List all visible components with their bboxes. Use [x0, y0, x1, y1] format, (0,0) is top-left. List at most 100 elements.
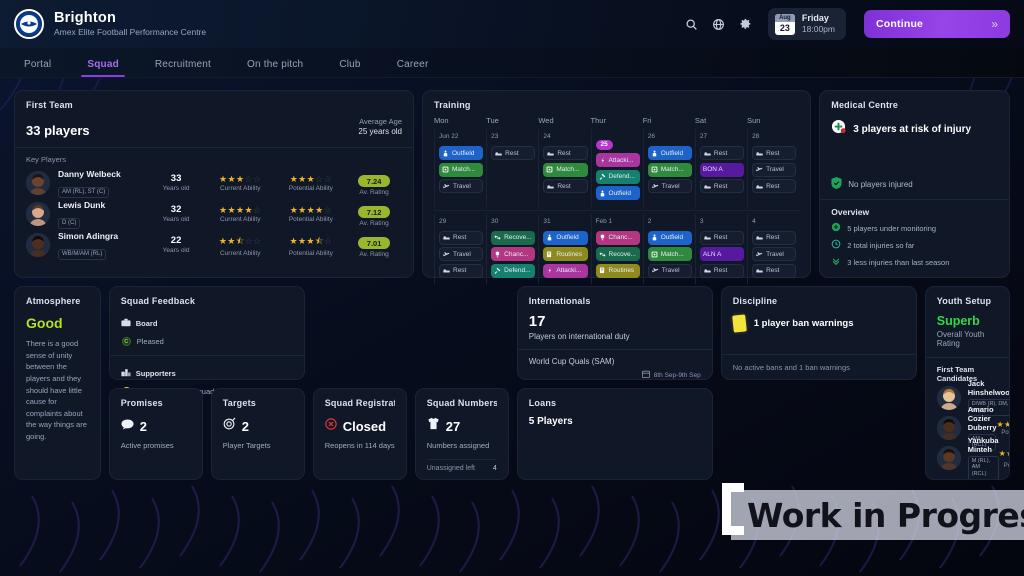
table-row[interactable]: Lewis Dunk D (C) 32 Years old ★★★★☆ Current A… [26, 199, 402, 230]
table-row[interactable]: Simon Adingra WB/M/AM (RL) 22 Years old ★★⯪☆… [26, 230, 402, 261]
training-session-label: Travel [453, 182, 471, 190]
loans-panel[interactable]: Loans 5 Players [516, 388, 713, 480]
training-session-item[interactable]: Recove... [491, 230, 536, 245]
training-session-item[interactable]: ALN A [699, 247, 745, 261]
training-day-cell[interactable]: 24 Rest Match... Rest [538, 129, 590, 207]
youth-setup-panel[interactable]: Youth Setup Superb Overall Youth Rating … [924, 286, 1010, 480]
training-session-label: Rest [713, 267, 728, 274]
squad-numbers-panel[interactable]: Squad Numbers 27 Numbers assigned Unassi… [414, 388, 509, 480]
table-row[interactable]: Danny Welbeck AM (RL), ST (C) 33 Years old ★… [26, 168, 402, 199]
training-day-cell[interactable]: 23 Rest [486, 129, 538, 207]
training-panel[interactable]: Training Mon Tue Wed Thur Fri Sat Sun Jun 22 Out… [422, 90, 812, 284]
gear-icon[interactable] [738, 16, 754, 32]
training-session-label: Rest [713, 182, 728, 190]
divider [925, 357, 1009, 358]
training-session-item[interactable]: Recove... [595, 247, 640, 261]
training-session-item[interactable]: Routines [543, 247, 588, 261]
tab-club[interactable]: Club [321, 59, 378, 77]
unassigned-value: 4 [492, 465, 497, 472]
training-day-cell[interactable]: 2 Outfield Match... Travel [642, 213, 695, 284]
training-day-cell[interactable]: 29 Rest Travel Rest [434, 213, 486, 284]
training-session-item[interactable]: Rest [752, 179, 797, 193]
training-session-item[interactable]: Match... [647, 162, 692, 177]
internationals-panel[interactable]: Internationals 17 Players on internation… [516, 286, 713, 380]
training-session-item[interactable]: Rest [752, 146, 797, 160]
training-session-item[interactable]: Rest [752, 230, 797, 245]
training-day-cell[interactable]: 27 Rest BON A Rest [694, 129, 747, 207]
potential-ability-label: Potential Ability [288, 216, 333, 224]
training-day-header: Tue [486, 116, 499, 125]
training-session-item[interactable]: Travel [439, 179, 484, 193]
training-day-cell[interactable]: 3 Rest ALN A Rest [694, 213, 747, 284]
training-session-item[interactable]: Travel [752, 247, 797, 261]
training-session-item[interactable]: Chanc... [595, 230, 640, 245]
training-session-item[interactable]: Travel [439, 247, 484, 261]
header-actions: Aug 23 Friday 18:00pm Continue » [684, 8, 1010, 40]
training-session-item[interactable]: Rest [491, 146, 536, 160]
training-session-item[interactable]: Match... [647, 247, 692, 261]
training-session-item[interactable]: Match... [439, 162, 484, 177]
training-session-item[interactable]: Attacki... [595, 153, 640, 167]
atmosphere-panel[interactable]: Atmosphere Good There is a good sense of… [14, 286, 101, 480]
training-day-cell[interactable]: 30 Recove... Chanc... Defend... [486, 213, 538, 284]
training-session-item[interactable]: BON A [699, 162, 745, 177]
search-icon[interactable] [684, 16, 700, 32]
training-session-item[interactable]: Rest [699, 230, 745, 245]
training-day-cell[interactable]: 31 Outfield Routines Attacki... [538, 213, 590, 284]
training-session-item[interactable]: Outfield [543, 230, 588, 245]
board-status-dot: C [121, 337, 131, 346]
training-session-item[interactable]: Attacki... [543, 263, 588, 278]
training-session-item[interactable]: Rest [543, 146, 588, 160]
injury-risk-text: 3 players at risk of injury [853, 123, 972, 135]
training-session-item[interactable]: Rest [543, 179, 588, 193]
tab-portal[interactable]: Portal [6, 59, 69, 77]
training-day-header: Sat [694, 116, 707, 125]
training-session-item[interactable]: Rest [699, 179, 745, 193]
training-session-item[interactable]: Defend... [595, 169, 640, 184]
tab-career[interactable]: Career [379, 59, 447, 77]
training-session-item[interactable]: Rest [439, 230, 484, 245]
training-session-item[interactable]: Routines [595, 263, 640, 278]
training-day-cell[interactable]: 26 Outfield Match... Travel [642, 129, 695, 207]
training-day-cell[interactable]: Feb 1 Chanc... Recove... Routines [590, 213, 643, 284]
training-session-item[interactable]: Outfield [595, 186, 640, 200]
tab-squad[interactable]: Squad [69, 59, 137, 77]
squad-feedback-panel[interactable]: Squad Feedback Board C Pleased Supporter… [108, 286, 305, 396]
promises-title: Promises [120, 398, 163, 408]
globe-icon[interactable] [711, 16, 727, 32]
training-day-cell[interactable]: Jun 22 Outfield Match... Travel [434, 129, 486, 207]
game-date-display[interactable]: Aug 23 Friday 18:00pm [767, 8, 846, 40]
discipline-panel[interactable]: Discipline 1 player ban warnings No acti… [720, 286, 917, 380]
training-session-item[interactable]: Travel [647, 179, 692, 193]
targets-panel[interactable]: Targets 2 Player Targets [210, 388, 305, 480]
training-session-item[interactable]: Travel [647, 263, 692, 278]
first-team-panel[interactable]: First Team 33 players Average Age 25 yea… [14, 90, 414, 278]
list-item[interactable]: Yankuba MintehM (RL), AM (RCL)★★★⯪☆ Pot. … [936, 436, 1009, 479]
training-session-item[interactable]: Rest [699, 146, 745, 160]
training-day-cell[interactable]: 28 Rest Travel Rest [747, 129, 799, 207]
training-session-item[interactable]: Match... [543, 162, 588, 177]
training-session-item[interactable]: Chanc... [491, 247, 536, 261]
tab-recruitment[interactable]: Recruitment [137, 59, 229, 77]
training-day-cell[interactable]: 25 Attacki... Defend... Outfield [590, 129, 643, 207]
potential-ability-stars: ★★★⯪☆ [289, 235, 333, 246]
training-session-item[interactable]: Outfield [439, 146, 484, 160]
squad-registration-panel[interactable]: Squad Registrati... Closed Reopens in 11… [312, 388, 407, 480]
current-ability-label: Current Ability [219, 216, 261, 224]
training-session-item[interactable]: Outfield [647, 146, 692, 160]
medical-centre-panel[interactable]: Medical Centre 3 players at risk of inju… [819, 90, 1010, 278]
training-session-item[interactable]: Travel [752, 162, 797, 177]
training-session-item[interactable]: Outfield [647, 230, 692, 245]
continue-button[interactable]: Continue » [864, 10, 1010, 38]
training-day-cell[interactable]: 4 Rest Travel Rest [747, 213, 799, 284]
training-session-item[interactable]: Defend... [491, 263, 536, 278]
tab-on-the-pitch[interactable]: On the pitch [229, 59, 321, 77]
training-title: Training [434, 100, 471, 110]
training-session-item[interactable]: Rest [699, 263, 745, 278]
training-session-item[interactable]: Rest [752, 263, 797, 278]
training-session-item[interactable]: Rest [439, 263, 484, 278]
atmosphere-value: Good [26, 315, 63, 331]
no-injuries-text: No players injured [848, 179, 913, 189]
training-day-header: Fri [642, 116, 652, 125]
promises-panel[interactable]: Promises 2 Active promises [108, 388, 203, 480]
